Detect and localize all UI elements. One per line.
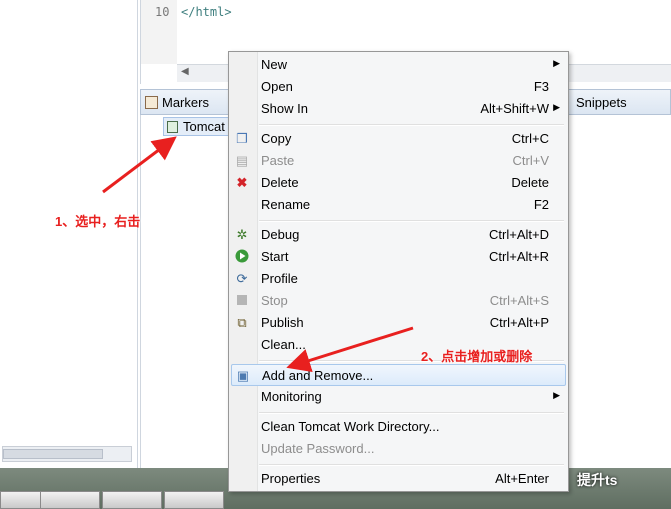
markers-icon bbox=[145, 96, 158, 109]
menu-item-clean-work-directory[interactable]: Clean Tomcat Work Directory... bbox=[231, 416, 566, 438]
menu-item-open[interactable]: Open F3 bbox=[231, 76, 566, 98]
profile-icon: ⟳ bbox=[236, 271, 248, 286]
menu-separator bbox=[259, 220, 564, 222]
menu-item-shortcut: Delete bbox=[511, 175, 549, 190]
menu-separator bbox=[259, 124, 564, 126]
menu-item-shortcut: Alt+Shift+W bbox=[480, 101, 549, 116]
taskbar-button[interactable] bbox=[164, 491, 224, 509]
menu-item-label: Copy bbox=[261, 131, 292, 146]
menu-item-label: Start bbox=[261, 249, 289, 264]
stop-icon bbox=[234, 293, 250, 309]
menu-item-shortcut: F2 bbox=[533, 197, 549, 212]
menu-item-label: Delete bbox=[261, 175, 299, 190]
menu-item-copy[interactable]: ❐ Copy Ctrl+C bbox=[231, 128, 566, 150]
submenu-arrow-icon: ▶ bbox=[553, 390, 560, 400]
menu-separator bbox=[259, 412, 564, 414]
menu-item-shortcut: F3 bbox=[533, 79, 549, 94]
menu-item-stop[interactable]: Stop Ctrl+Alt+S bbox=[231, 290, 566, 312]
project-explorer-pane bbox=[0, 0, 138, 468]
start-icon bbox=[234, 249, 250, 265]
menu-item-profile[interactable]: ⟳ Profile bbox=[231, 268, 566, 290]
menu-item-add-and-remove[interactable]: ▣ Add and Remove... bbox=[231, 364, 566, 386]
menu-item-shortcut: Alt+Enter bbox=[495, 471, 549, 486]
server-icon bbox=[167, 121, 178, 133]
menu-item-label: Rename bbox=[261, 197, 311, 212]
tab-snippets[interactable]: Snippets bbox=[576, 95, 627, 110]
context-menu: New ▶ Open F3 Show In Alt+Shift+W ▶ ❐ Copy Ctr… bbox=[228, 51, 569, 492]
menu-item-paste[interactable]: ▤ Paste Ctrl+V bbox=[231, 150, 566, 172]
server-item-label: Tomcat bbox=[183, 119, 225, 134]
menu-item-delete[interactable]: ✖ Delete Delete bbox=[231, 172, 566, 194]
menu-item-label: Monitoring bbox=[261, 389, 322, 404]
explorer-horizontal-scrollbar[interactable] bbox=[2, 446, 132, 462]
tab-markers[interactable]: Markers bbox=[145, 95, 209, 110]
line-number: 10 bbox=[155, 5, 170, 19]
menu-item-new[interactable]: New ▶ bbox=[231, 54, 566, 76]
menu-item-shortcut: Ctrl+V bbox=[512, 153, 549, 168]
publish-icon: ⧉ bbox=[237, 315, 247, 330]
taskbar-button[interactable] bbox=[102, 491, 162, 509]
add-remove-icon: ▣ bbox=[236, 368, 250, 383]
menu-separator bbox=[259, 464, 564, 466]
code-line: </html> bbox=[181, 5, 232, 19]
menu-item-label: Publish bbox=[261, 315, 304, 330]
menu-item-properties[interactable]: Properties Alt+Enter bbox=[231, 468, 566, 490]
menu-item-shortcut: Ctrl+Alt+P bbox=[489, 315, 549, 330]
menu-item-label: Clean Tomcat Work Directory... bbox=[261, 419, 440, 434]
tab-markers-label: Markers bbox=[162, 95, 209, 110]
taskbar-button[interactable] bbox=[40, 491, 100, 509]
menu-item-update-password[interactable]: Update Password... bbox=[231, 438, 566, 460]
menu-item-label: Paste bbox=[261, 153, 295, 168]
menu-item-label: New bbox=[261, 57, 288, 72]
delete-icon: ✖ bbox=[236, 175, 248, 190]
annotation-step-1: 1、选中，右击 bbox=[55, 214, 141, 229]
annotation-step-2: 2、点击增加或删除 bbox=[421, 349, 533, 364]
watermark: 提升ts bbox=[577, 472, 618, 488]
scrollbar-thumb[interactable] bbox=[3, 449, 103, 459]
menu-item-shortcut: Ctrl+Alt+R bbox=[489, 249, 549, 264]
paste-icon: ▤ bbox=[235, 153, 249, 168]
menu-item-debug[interactable]: ✲ Debug Ctrl+Alt+D bbox=[231, 224, 566, 246]
menu-item-start[interactable]: Start Ctrl+Alt+R bbox=[231, 246, 566, 268]
menu-item-show-in[interactable]: Show In Alt+Shift+W ▶ bbox=[231, 98, 566, 120]
copy-icon: ❐ bbox=[236, 131, 248, 146]
menu-item-monitoring[interactable]: Monitoring ▶ bbox=[231, 386, 566, 408]
menu-item-label: Open bbox=[261, 79, 293, 94]
menu-item-shortcut: Ctrl+Alt+D bbox=[489, 227, 549, 242]
submenu-arrow-icon: ▶ bbox=[553, 58, 560, 68]
menu-item-label: Debug bbox=[261, 227, 300, 242]
menu-item-shortcut: Ctrl+C bbox=[511, 131, 549, 146]
menu-item-shortcut: Ctrl+Alt+S bbox=[489, 293, 549, 308]
submenu-arrow-icon: ▶ bbox=[553, 102, 560, 112]
menu-item-label: Update Password... bbox=[261, 441, 375, 456]
menu-item-label: Stop bbox=[261, 293, 288, 308]
menu-item-publish[interactable]: ⧉ Publish Ctrl+Alt+P bbox=[231, 312, 566, 334]
menu-item-label: Show In bbox=[261, 101, 308, 116]
menu-item-rename[interactable]: Rename F2 bbox=[231, 194, 566, 216]
menu-item-label: Add and Remove... bbox=[262, 368, 374, 383]
scroll-left-icon[interactable]: ◀ bbox=[181, 66, 189, 77]
server-tree-item-tomcat[interactable]: Tomcat bbox=[163, 117, 232, 136]
menu-item-label: Profile bbox=[261, 271, 298, 286]
menu-item-label: Clean... bbox=[261, 337, 306, 352]
menu-item-label: Properties bbox=[261, 471, 321, 486]
debug-icon: ✲ bbox=[236, 227, 248, 242]
